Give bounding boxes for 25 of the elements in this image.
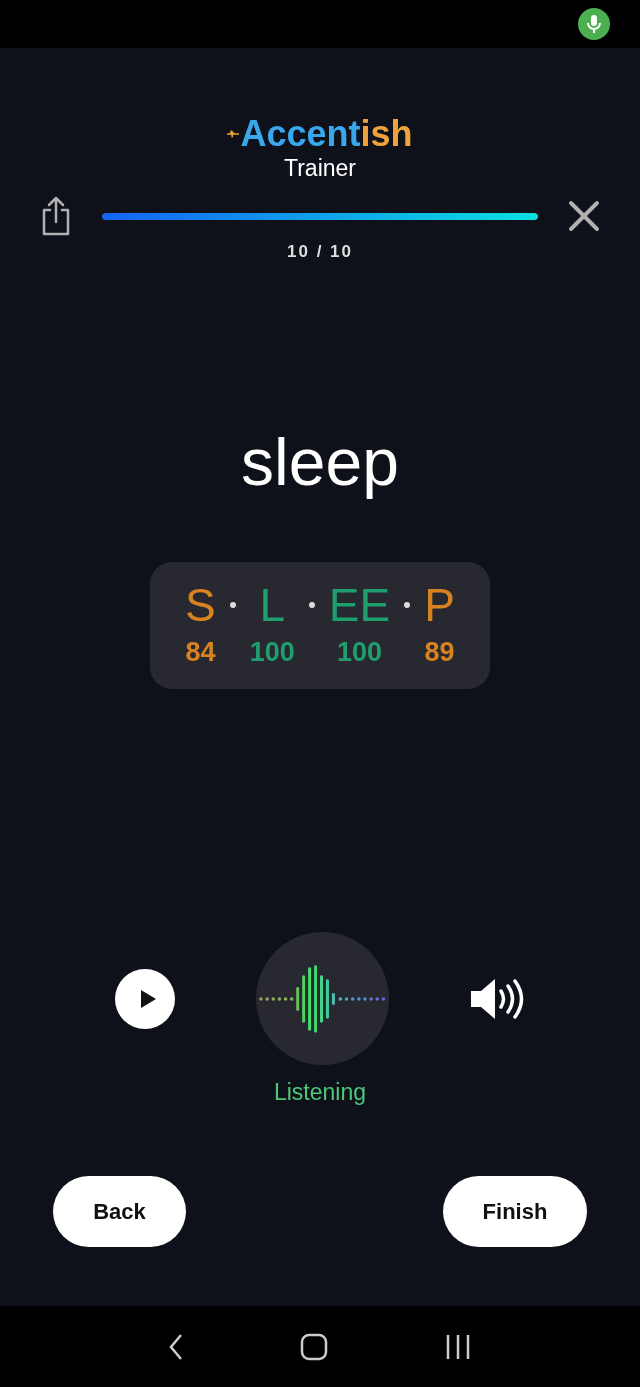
phoneme-label: P [424, 580, 455, 630]
recents-nav-icon[interactable] [444, 1332, 472, 1361]
phoneme-score: 100 [337, 636, 383, 668]
listening-label: Listening [273, 1079, 367, 1106]
microphone-icon [578, 8, 610, 40]
finish-button[interactable]: Finish [443, 1176, 587, 1247]
separator-dot [229, 602, 236, 608]
phoneme-label: L [259, 580, 286, 630]
phoneme-label: S [185, 580, 216, 630]
separator-dot [404, 602, 411, 608]
home-nav-icon[interactable] [300, 1332, 328, 1361]
phoneme-label: EE [328, 580, 391, 630]
progress-count: 10 / 10 [287, 242, 353, 262]
separator-dot [308, 602, 315, 608]
practice-word: sleep [241, 424, 399, 501]
back-nav-icon[interactable] [168, 1332, 184, 1361]
speaker-icon[interactable] [469, 976, 525, 1021]
app-subtitle: Trainer [284, 154, 356, 182]
app-logo: Accentish [227, 114, 413, 154]
share-icon[interactable] [40, 196, 72, 236]
back-button[interactable]: Back [53, 1176, 186, 1247]
phoneme-score: 89 [424, 636, 455, 668]
phoneme-score: 84 [185, 636, 216, 668]
close-icon[interactable] [568, 200, 600, 232]
phoneme-score: 100 [249, 636, 295, 668]
